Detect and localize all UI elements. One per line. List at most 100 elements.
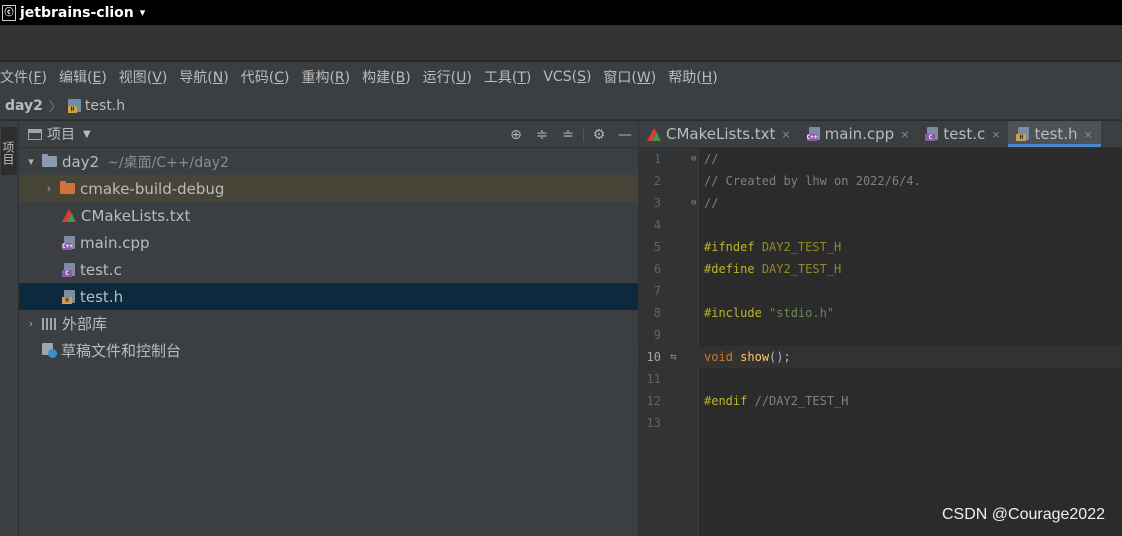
tree-row-cmake-build-debug[interactable]: › cmake-build-debug	[19, 175, 638, 202]
tab-label: main.cpp	[824, 125, 895, 143]
code-text: // Created by lhw on 2022/6/4.	[704, 174, 921, 188]
tree-row-scratches[interactable]: 草稿文件和控制台	[19, 337, 638, 364]
tab-cmakelists[interactable]: CMakeLists.txt ×	[639, 121, 799, 147]
tab-label: test.c	[943, 125, 986, 143]
tab-test-h[interactable]: H test.h ×	[1008, 121, 1102, 147]
line-number: 2	[653, 174, 661, 188]
menu-item-w[interactable]: 窗口(W)	[603, 67, 662, 87]
tree-item-label: 外部库	[62, 315, 108, 333]
line-number: 3	[653, 196, 661, 210]
chevron-down-icon[interactable]: ▼	[83, 129, 91, 140]
tree-item-label: test.c	[80, 260, 122, 279]
menu-item-r[interactable]: 重构(R)	[301, 67, 356, 87]
fold-icon[interactable]: ⊖	[691, 148, 696, 170]
menu-item-v[interactable]: 视图(V)	[119, 67, 174, 87]
chevron-right-icon[interactable]: ›	[42, 182, 56, 195]
line-number: 10	[646, 350, 661, 364]
menu-bar: 文件(F) 编辑(E) 视图(V) 导航(N) 代码(C) 重构(R) 构建(B) 运行(U)…	[0, 62, 1122, 92]
system-top-bar: ⓒ jetbrains-clion ▾	[0, 0, 1122, 25]
code-line: 4	[639, 214, 1122, 236]
close-icon[interactable]: ×	[781, 128, 790, 141]
menu-item-u[interactable]: 运行(U)	[423, 67, 478, 87]
menu-item-e[interactable]: 编辑(E)	[59, 67, 113, 87]
code-text: #endif //DAY2_TEST_H	[704, 394, 849, 408]
project-panel-title[interactable]: 项目	[47, 124, 75, 144]
tree-row-external-libs[interactable]: › 外部库	[19, 310, 638, 337]
code-line: 6 #define DAY2_TEST_H	[639, 258, 1122, 280]
line-number: 9	[653, 328, 661, 342]
editor-tabs: CMakeLists.txt × C++ main.cpp × C test.c…	[639, 121, 1122, 148]
menu-item-n[interactable]: 导航(N)	[179, 67, 234, 87]
c-file-icon: C	[62, 262, 75, 277]
project-toolbar: ⊕ ≑ ≐ ⚙ —	[503, 121, 638, 148]
code-line: 12 #endif //DAY2_TEST_H	[639, 390, 1122, 412]
tree-row-test-c[interactable]: C test.c	[19, 256, 638, 283]
code-text: #include "stdio.h"	[704, 306, 835, 320]
tree-row-test-h[interactable]: H test.h	[19, 283, 638, 310]
tab-label: CMakeLists.txt	[666, 125, 776, 143]
code-line: 9	[639, 324, 1122, 346]
project-tree: ▾ day2 ~/桌面/C++/day2 › cmake-build-debug…	[19, 148, 638, 364]
menu-item-h[interactable]: 帮助(H)	[668, 67, 723, 87]
line-number: 6	[653, 262, 661, 276]
menu-item-f[interactable]: 文件(F)	[0, 67, 53, 87]
tab-main-cpp[interactable]: C++ main.cpp ×	[799, 121, 918, 147]
line-number: 12	[646, 394, 661, 408]
close-icon[interactable]: ×	[1084, 128, 1093, 141]
project-panel-header: 项目 ▼ ⊕ ≑ ≐ ⚙ —	[19, 121, 638, 148]
code-text: //	[704, 152, 719, 166]
gear-icon[interactable]: ⚙	[586, 127, 612, 143]
code-line: 3 ⊖ //	[639, 192, 1122, 214]
tree-row-cmakelists[interactable]: CMakeLists.txt	[19, 202, 638, 229]
tree-row-main-cpp[interactable]: C++ main.cpp	[19, 229, 638, 256]
code-line: 13	[639, 412, 1122, 434]
left-tool-stripe: 项目	[0, 121, 19, 536]
tab-test-c[interactable]: C test.c ×	[917, 121, 1008, 147]
line-number: 11	[646, 372, 661, 386]
chevron-right-icon[interactable]: ›	[24, 317, 38, 330]
folder-icon	[42, 154, 57, 167]
close-icon[interactable]: ×	[991, 128, 1000, 141]
locate-icon[interactable]: ⊕	[503, 127, 529, 143]
code-line-current: 10 ⇆ void show();	[639, 346, 1122, 368]
line-number: 4	[653, 218, 661, 232]
menu-item-t[interactable]: 工具(T)	[484, 67, 538, 87]
tree-item-label: cmake-build-debug	[80, 179, 225, 198]
menu-item-b[interactable]: 构建(B)	[362, 67, 417, 87]
breadcrumb-file[interactable]: test.h	[85, 98, 125, 114]
go-to-implementation-icon[interactable]: ⇆	[670, 346, 677, 368]
tree-row-root[interactable]: ▾ day2 ~/桌面/C++/day2	[19, 148, 638, 175]
root-folder-name: day2	[62, 152, 100, 171]
code-line: 2 // Created by lhw on 2022/6/4.	[639, 170, 1122, 192]
close-icon[interactable]: ×	[900, 128, 909, 141]
code-text: #ifndef DAY2_TEST_H	[704, 240, 842, 254]
menu-item-s[interactable]: VCS(S)	[543, 69, 597, 85]
header-file-icon: H	[67, 99, 81, 113]
collapse-all-icon[interactable]: ≐	[555, 127, 581, 143]
fold-icon[interactable]: ⊖	[691, 192, 696, 214]
breadcrumb-separator: 〉	[48, 100, 62, 115]
watermark: CSDN @Courage2022	[942, 506, 1105, 523]
library-icon	[42, 317, 58, 330]
editor-area: CMakeLists.txt × C++ main.cpp × C test.c…	[638, 121, 1122, 536]
code-line: 5 #ifndef DAY2_TEST_H	[639, 236, 1122, 258]
expand-all-icon[interactable]: ≑	[529, 127, 555, 143]
scratches-icon	[42, 343, 57, 358]
tree-item-label: CMakeLists.txt	[81, 206, 191, 225]
breadcrumb-root[interactable]: day2	[5, 98, 43, 114]
chevron-down-icon[interactable]: ▾	[24, 155, 38, 168]
code-line: 7	[639, 280, 1122, 302]
app-icon: ⓒ	[2, 4, 16, 21]
app-name[interactable]: jetbrains-clion	[20, 5, 134, 21]
tree-item-label: 草稿文件和控制台	[61, 342, 182, 360]
tree-item-label: test.h	[80, 287, 124, 306]
menu-item-c[interactable]: 代码(C)	[241, 67, 296, 87]
app-menu-caret-icon[interactable]: ▾	[140, 6, 146, 19]
c-file-icon: C	[925, 127, 939, 141]
tree-item-label: main.cpp	[80, 233, 150, 252]
project-tool-tab[interactable]: 项目	[1, 127, 17, 175]
project-window-icon	[28, 128, 42, 140]
hide-panel-icon[interactable]: —	[612, 127, 638, 143]
line-number: 5	[653, 240, 661, 254]
code-text: #define DAY2_TEST_H	[704, 262, 842, 276]
